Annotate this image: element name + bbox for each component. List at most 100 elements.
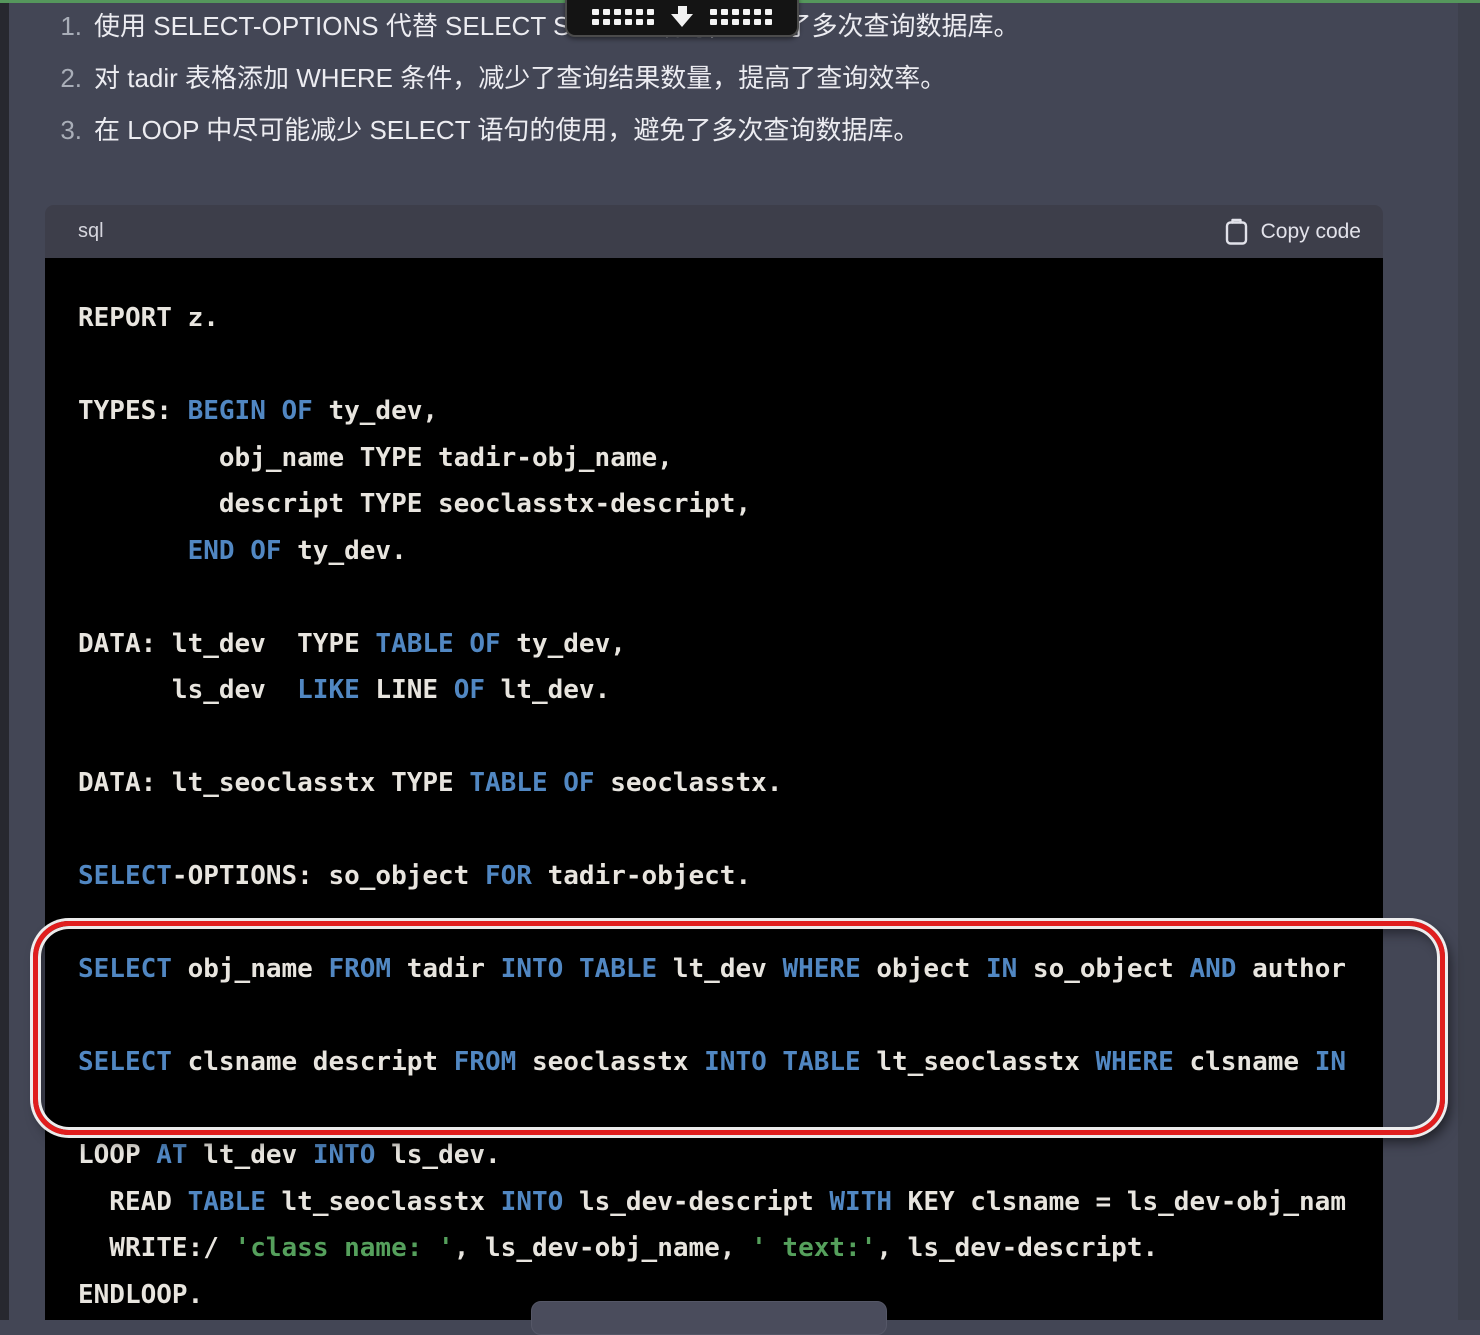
code-line — [78, 807, 1383, 854]
list-item-text: 使用 SELECT-OPTIONS 代替 SELECT SINGLE 语句，避免… — [94, 6, 1020, 43]
code-token: SELECT — [78, 1047, 172, 1077]
autoscroll-indicator-badge — [565, 0, 799, 37]
code-token: , ls_dev-obj_name, — [454, 1233, 751, 1263]
clipboard-icon — [1225, 218, 1248, 245]
list-item-number: 2. — [46, 63, 82, 94]
code-line: READ TABLE lt_seoclasstx INTO ls_dev-des… — [78, 1179, 1383, 1226]
copy-code-button[interactable]: Copy code — [1225, 218, 1361, 245]
code-token: SELECT — [78, 861, 172, 891]
code-token: -OPTIONS: so_object — [172, 861, 485, 891]
code-token: END OF — [188, 536, 282, 566]
code-line — [78, 900, 1383, 947]
code-token: DATA: lt_dev TYPE — [78, 629, 375, 659]
code-token: LINE — [360, 675, 454, 705]
code-token: FROM — [328, 954, 391, 984]
code-token: ty_dev, — [313, 396, 438, 426]
code-line — [78, 1086, 1383, 1133]
code-token: clsname — [1174, 1047, 1315, 1077]
code-block: sql Copy code REPORT z. TYPES: BEGIN OF t… — [45, 205, 1383, 1320]
dot-grid-icon — [710, 9, 772, 25]
code-token: ty_dev, — [501, 629, 626, 659]
code-token: TYPES: — [78, 396, 188, 426]
code-token: ENDLOOP. — [78, 1280, 203, 1310]
code-token: ' text:' — [751, 1233, 876, 1263]
code-token: INTO TABLE — [501, 954, 658, 984]
partial-bottom-button[interactable] — [531, 1301, 887, 1335]
code-token: seoclasstx — [516, 1047, 704, 1077]
code-token: WRITE:/ — [78, 1233, 235, 1263]
code-token: LIKE — [297, 675, 360, 705]
code-line — [78, 574, 1383, 621]
code-token: tadir — [391, 954, 501, 984]
code-line: END OF ty_dev. — [78, 528, 1383, 575]
code-token: descript TYPE seoclasstx-descript, — [78, 489, 751, 519]
code-token: lt_seoclasstx — [266, 1187, 501, 1217]
code-line — [78, 714, 1383, 761]
code-line: REPORT z. — [78, 295, 1383, 342]
code-token: FROM — [454, 1047, 517, 1077]
code-token: LOOP — [78, 1140, 156, 1170]
code-line: descript TYPE seoclasstx-descript, — [78, 481, 1383, 528]
right-edge-strip — [1458, 0, 1480, 1320]
code-token: AND — [1189, 954, 1236, 984]
code-token: author — [1236, 954, 1346, 984]
code-token: , ls_dev-descript. — [876, 1233, 1158, 1263]
code-token: ls_dev-descript — [563, 1187, 829, 1217]
scroll-down-arrow-icon — [671, 6, 693, 27]
numbered-list: 1. 使用 SELECT-OPTIONS 代替 SELECT SINGLE 语句… — [46, 6, 1020, 162]
code-line: TYPES: BEGIN OF ty_dev, — [78, 388, 1383, 435]
code-token: lt_dev — [188, 1140, 313, 1170]
code-token: clsname descript — [172, 1047, 454, 1077]
list-item: 2. 对 tadir 表格添加 WHERE 条件，减少了查询结果数量，提高了查询… — [46, 58, 1020, 110]
code-token: INTO TABLE — [704, 1047, 861, 1077]
code-token: seoclasstx. — [595, 768, 783, 798]
code-token: 'class name: ' — [235, 1233, 454, 1263]
code-line — [78, 993, 1383, 1040]
code-token: ty_dev. — [282, 536, 407, 566]
copy-code-label: Copy code — [1261, 220, 1361, 244]
code-token — [78, 536, 188, 566]
code-token: READ — [78, 1187, 188, 1217]
code-line — [78, 342, 1383, 389]
code-token: IN — [986, 954, 1017, 984]
code-token: WITH — [829, 1187, 892, 1217]
code-token: AT — [156, 1140, 187, 1170]
list-item-text: 在 LOOP 中尽可能减少 SELECT 语句的使用，避免了多次查询数据库。 — [94, 110, 919, 147]
code-token: WHERE — [1096, 1047, 1174, 1077]
code-block-header: sql Copy code — [45, 205, 1383, 258]
code-line: DATA: lt_dev TYPE TABLE OF ty_dev, — [78, 621, 1383, 668]
code-line: SELECT-OPTIONS: so_object FOR tadir-obje… — [78, 853, 1383, 900]
code-scroll-area[interactable]: REPORT z. TYPES: BEGIN OF ty_dev, obj_nam… — [45, 258, 1383, 1320]
code-token: FOR — [485, 861, 532, 891]
list-item-text: 对 tadir 表格添加 WHERE 条件，减少了查询结果数量，提高了查询效率。 — [94, 58, 946, 95]
code-token: object — [861, 954, 986, 984]
list-item: 1. 使用 SELECT-OPTIONS 代替 SELECT SINGLE 语句… — [46, 6, 1020, 58]
list-item-number: 3. — [46, 115, 82, 146]
code-line: ls_dev LIKE LINE OF lt_dev. — [78, 667, 1383, 714]
code-token: so_object — [1017, 954, 1189, 984]
code-token: obj_name TYPE tadir-obj_name, — [78, 443, 673, 473]
code-token: INTO — [313, 1140, 376, 1170]
code-token: lt_dev. — [485, 675, 610, 705]
code-line: SELECT obj_name FROM tadir INTO TABLE lt… — [78, 946, 1383, 993]
code-token: REPORT z. — [78, 303, 219, 333]
code-token: IN — [1315, 1047, 1346, 1077]
code-token: DATA: lt_seoclasstx TYPE — [78, 768, 469, 798]
code-token: TABLE OF — [375, 629, 500, 659]
code-token: INTO — [501, 1187, 564, 1217]
left-edge-strip — [0, 0, 9, 1320]
list-item: 3. 在 LOOP 中尽可能减少 SELECT 语句的使用，避免了多次查询数据库… — [46, 110, 1020, 162]
dot-grid-icon — [592, 9, 654, 25]
code-line: DATA: lt_seoclasstx TYPE TABLE OF seocla… — [78, 760, 1383, 807]
code-token: SELECT — [78, 954, 172, 984]
list-item-number: 1. — [46, 11, 82, 42]
code-token: lt_dev — [657, 954, 782, 984]
code-line: obj_name TYPE tadir-obj_name, — [78, 435, 1383, 482]
code-line: LOOP AT lt_dev INTO ls_dev. — [78, 1132, 1383, 1179]
code-token: WHERE — [782, 954, 860, 984]
code-token: BEGIN OF — [188, 396, 313, 426]
code-token: tadir-object. — [532, 861, 751, 891]
code-token: TABLE — [188, 1187, 266, 1217]
code-line: SELECT clsname descript FROM seoclasstx … — [78, 1039, 1383, 1086]
code-token: KEY clsname = ls_dev-obj_nam — [892, 1187, 1346, 1217]
